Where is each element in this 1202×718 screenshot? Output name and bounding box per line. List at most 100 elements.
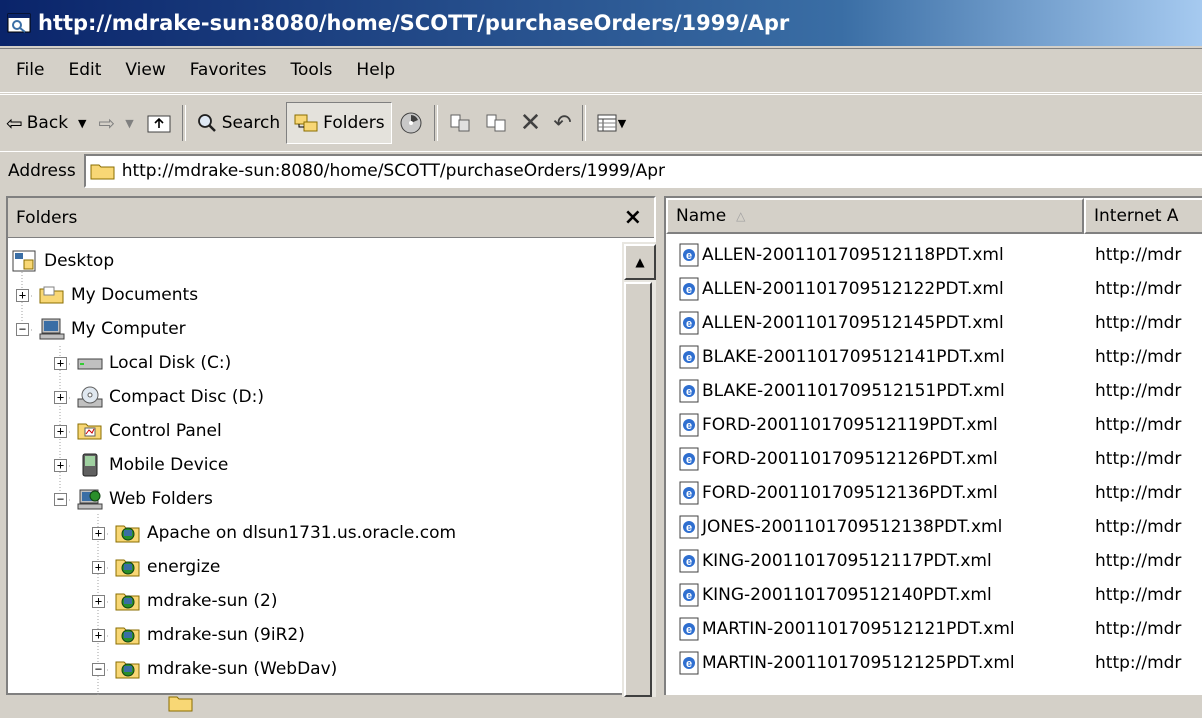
file-row[interactable]: e KING-2001101709512140PDT.xml http://mdr [666, 578, 1181, 612]
tree-item-control-panel[interactable]: + Control Panel [54, 416, 222, 446]
history-icon [400, 112, 422, 134]
search-button[interactable]: Search [190, 103, 286, 143]
tree-item-subfolder[interactable] [138, 688, 200, 718]
column-header-name[interactable]: Name △ [666, 198, 1084, 234]
menu-help[interactable]: Help [344, 60, 407, 80]
expand-toggle[interactable]: + [16, 288, 29, 302]
svg-text:e: e [686, 284, 692, 296]
xml-file-icon: e [678, 583, 700, 607]
file-row[interactable]: e MARTIN-2001101709512121PDT.xml http://md… [666, 612, 1181, 646]
tree-item-label: mdrake-sun (WebDav) [147, 659, 338, 679]
tree-item-web-folder[interactable]: + Apache on dlsun1731.us.oracle.com [92, 518, 456, 548]
file-internet-address: http://mdr [1095, 381, 1182, 401]
file-row[interactable]: e ALLEN-2001101709512145PDT.xml http://mdr [666, 306, 1181, 340]
file-row[interactable]: e ALLEN-2001101709512122PDT.xml http://mdr [666, 272, 1181, 306]
menu-tools[interactable]: Tools [279, 60, 345, 80]
svg-text:e: e [686, 250, 692, 262]
menu-file[interactable]: File [0, 60, 56, 80]
svg-text:e: e [686, 522, 692, 534]
tree-item-label: mdrake-sun (9iR2) [147, 625, 305, 645]
tree-item-web-folder[interactable]: − mdrake-sun (WebDav) [92, 654, 337, 684]
xml-file-icon: e [678, 515, 700, 539]
tree-item-web-folder[interactable]: + mdrake-sun (9iR2) [92, 620, 305, 650]
up-folder-button[interactable] [140, 103, 178, 143]
file-row[interactable]: e ALLEN-2001101709512118PDT.xml http://mdr [666, 238, 1181, 272]
svg-text:e: e [686, 386, 692, 398]
back-label: Back [26, 113, 69, 133]
forward-button[interactable]: ⇨ ▼ [93, 103, 140, 143]
forward-arrow-icon: ⇨ [98, 111, 116, 135]
file-row[interactable]: e MARTIN-2001101709512125PDT.xml http://md… [666, 646, 1181, 680]
views-button[interactable]: ▼ [590, 103, 632, 143]
xml-file-icon: e [678, 549, 700, 573]
forward-dropdown-icon[interactable]: ▼ [125, 117, 133, 130]
file-row[interactable]: e FORD-2001101709512119PDT.xml http://mdr [666, 408, 1181, 442]
file-internet-address: http://mdr [1095, 449, 1182, 469]
svg-text:e: e [686, 624, 692, 636]
address-input[interactable]: http://mdrake-sun:8080/home/SCOTT/purcha… [83, 154, 1202, 188]
menu-view[interactable]: View [113, 60, 177, 80]
expand-toggle[interactable]: + [92, 628, 105, 642]
back-dropdown-icon[interactable]: ▼ [78, 117, 86, 130]
folders-button[interactable]: Folders [286, 102, 392, 144]
tree-item-my-computer[interactable]: − My Computer [16, 314, 186, 344]
tree-item-local-disk[interactable]: + Local Disk (C:) [54, 348, 231, 378]
menu-edit[interactable]: Edit [56, 60, 113, 80]
web-folder-icon [115, 555, 141, 579]
file-row[interactable]: e BLAKE-2001101709512141PDT.xml http://mdr [666, 340, 1181, 374]
collapse-toggle[interactable]: − [16, 322, 29, 336]
copy-to-icon [486, 114, 506, 132]
copy-to-button[interactable] [478, 103, 514, 143]
svg-text:e: e [686, 590, 692, 602]
back-button[interactable]: ⇦ Back ▼ [0, 103, 93, 143]
folder-icon [90, 164, 115, 180]
tree-item-label: My Documents [71, 285, 199, 305]
file-name: JONES-2001101709512138PDT.xml [702, 517, 1003, 537]
tree-item-my-documents[interactable]: + My Documents [16, 280, 198, 310]
title-bar: http://mdrake-sun:8080/home/SCOTT/purcha… [0, 0, 1202, 46]
tree-item-label: Local Disk (C:) [109, 353, 232, 373]
move-to-icon [450, 114, 470, 132]
menu-favorites[interactable]: Favorites [178, 60, 279, 80]
history-button[interactable] [392, 103, 430, 143]
expand-toggle[interactable]: + [54, 390, 67, 404]
expand-toggle[interactable]: + [54, 424, 67, 438]
svg-text:e: e [686, 318, 692, 330]
column-header-internet-address[interactable]: Internet A [1084, 198, 1202, 234]
search-label: Search [221, 113, 281, 133]
expand-toggle[interactable]: + [54, 356, 67, 370]
collapse-toggle[interactable]: − [54, 492, 67, 506]
tree-item-web-folders[interactable]: − Web Folders [54, 484, 213, 514]
close-folders-pane-button[interactable]: × [624, 205, 642, 230]
tree-item-desktop[interactable]: Desktop [12, 246, 114, 276]
undo-button[interactable]: ↶ [547, 103, 577, 143]
expand-toggle[interactable]: + [92, 594, 105, 608]
file-row[interactable]: e KING-2001101709512117PDT.xml http://mdr [666, 544, 1181, 578]
file-internet-address: http://mdr [1095, 279, 1182, 299]
file-internet-address: http://mdr [1095, 415, 1182, 435]
expand-toggle[interactable]: + [92, 560, 105, 574]
delete-icon: ✕ [519, 108, 542, 138]
tree-item-compact-disc[interactable]: + Compact Disc (D:) [54, 382, 264, 412]
file-row[interactable]: e FORD-2001101709512136PDT.xml http://mdr [666, 476, 1181, 510]
collapse-toggle[interactable]: − [92, 662, 105, 676]
expand-toggle[interactable]: + [54, 458, 67, 472]
tree-item-mobile-device[interactable]: + Mobile Device [54, 450, 228, 480]
expand-toggle[interactable]: + [92, 526, 105, 540]
tree-item-web-folder[interactable]: + mdrake-sun (2) [92, 586, 277, 616]
scroll-up-button[interactable]: ▲ [624, 244, 656, 280]
folders-scrollbar[interactable]: ▲ [622, 242, 656, 697]
tree-item-web-folder[interactable]: + energize [92, 552, 220, 582]
scroll-thumb[interactable] [624, 282, 652, 697]
file-row[interactable]: e JONES-2001101709512138PDT.xml http://mdr [666, 510, 1181, 544]
delete-button[interactable]: ✕ [514, 103, 548, 143]
file-row[interactable]: e BLAKE-2001101709512151PDT.xml http://mdr [666, 374, 1181, 408]
views-dropdown-icon[interactable]: ▼ [618, 117, 626, 130]
address-value: http://mdrake-sun:8080/home/SCOTT/purcha… [121, 161, 665, 181]
xml-file-icon: e [678, 277, 700, 301]
file-name: ALLEN-2001101709512122PDT.xml [702, 279, 1004, 299]
file-name: BLAKE-2001101709512151PDT.xml [702, 381, 1005, 401]
move-to-button[interactable] [442, 103, 478, 143]
file-row[interactable]: e FORD-2001101709512126PDT.xml http://mdr [666, 442, 1181, 476]
desktop-icon [12, 249, 38, 273]
